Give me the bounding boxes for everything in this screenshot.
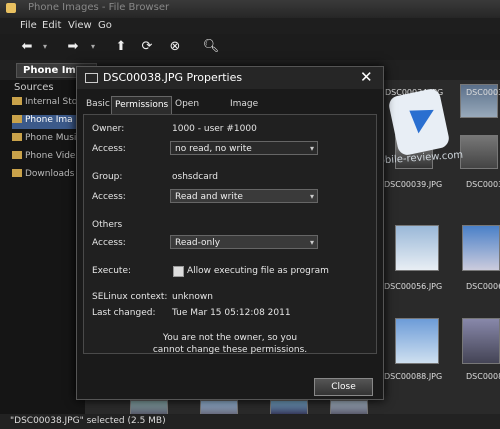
folder-icon	[12, 115, 22, 123]
last-changed-label: Last changed:	[92, 308, 156, 318]
window-icon	[85, 73, 98, 83]
execute-label: Execute:	[92, 266, 132, 276]
file-label[interactable]: DSC0003	[466, 180, 500, 189]
close-button[interactable]: Close	[314, 378, 373, 396]
chevron-down-icon: ▾	[309, 144, 314, 153]
permissions-panel: Owner: 1000 - user #1000 Access: no read…	[83, 114, 377, 355]
owner-label: Owner:	[92, 124, 125, 134]
others-label: Others	[92, 220, 123, 230]
back-arrow-icon[interactable]: ⬅	[18, 38, 36, 56]
toolbar: ⬅ ▾ ➡ ▾ ⬆ ⟳ ⊗ 🔍︎	[0, 34, 500, 60]
group-label: Group:	[92, 172, 123, 182]
window-titlebar: Phone Images - File Browser	[0, 0, 500, 18]
menu-view[interactable]: View	[68, 20, 92, 31]
dialog-title: DSC00038.JPG Properties	[103, 71, 243, 84]
file-label[interactable]: DSC0006	[466, 282, 500, 291]
group-value: oshsdcard	[172, 172, 219, 182]
selinux-label: SELinux context:	[92, 292, 168, 302]
chevron-down-icon: ▾	[309, 238, 314, 247]
sidebar-header: Sources	[14, 82, 54, 93]
others-access-select[interactable]: Read-only ▾	[170, 235, 318, 249]
file-thumbnail[interactable]	[462, 318, 500, 364]
others-access-value: Read-only	[175, 238, 221, 248]
file-thumbnail[interactable]	[460, 135, 498, 169]
sidebar-item-label: Internal Sto	[25, 97, 78, 107]
file-thumbnail[interactable]	[462, 225, 500, 271]
tab-basic[interactable]: Basic	[83, 96, 113, 113]
menu-edit[interactable]: Edit	[42, 20, 61, 31]
forward-dropdown-icon[interactable]: ▾	[84, 38, 102, 56]
sidebar-item-label: Phone Musi	[25, 133, 77, 143]
tab-open-with[interactable]: Open With	[172, 96, 202, 126]
status-text: "DSC00038.JPG" selected (2.5 MB)	[10, 416, 166, 426]
others-access-label: Access:	[92, 238, 126, 248]
close-icon[interactable]: ✕	[360, 68, 373, 86]
owner-access-value: no read, no write	[175, 144, 252, 154]
folder-icon	[6, 3, 16, 13]
sidebar: Sources Internal Sto Phone Ima Phone Mus…	[0, 80, 87, 415]
ownership-note-line2: cannot change these permissions.	[152, 345, 308, 355]
stop-icon[interactable]: ⊗	[166, 38, 184, 56]
window-title: Phone Images - File Browser	[28, 2, 170, 13]
chevron-down-icon: ▾	[309, 192, 314, 201]
owner-value: 1000 - user #1000	[172, 124, 257, 134]
status-bar: "DSC00038.JPG" selected (2.5 MB)	[0, 414, 500, 429]
execute-checkbox-label[interactable]: Allow executing file as program	[187, 266, 329, 276]
selinux-value: unknown	[172, 292, 213, 302]
group-access-label: Access:	[92, 192, 126, 202]
folder-icon	[12, 133, 22, 141]
group-access-select[interactable]: Read and write ▾	[170, 189, 318, 203]
menu-file[interactable]: File	[20, 20, 37, 31]
owner-access-label: Access:	[92, 144, 126, 154]
tab-image[interactable]: Image	[227, 96, 261, 113]
sidebar-item-label: Phone Vide	[25, 151, 76, 161]
drive-icon	[12, 97, 22, 105]
dialog-titlebar: DSC00038.JPG Properties ✕	[77, 67, 383, 89]
file-label[interactable]: DSC00088.JPG	[384, 372, 442, 381]
file-label[interactable]: DSC0008	[466, 372, 500, 381]
menu-go[interactable]: Go	[98, 20, 112, 31]
up-arrow-icon[interactable]: ⬆	[112, 38, 130, 56]
forward-arrow-icon[interactable]: ➡	[64, 38, 82, 56]
file-label[interactable]: DSC00056.JPG	[384, 282, 442, 291]
ownership-note-line1: You are not the owner, so you	[162, 333, 298, 343]
back-dropdown-icon[interactable]: ▾	[36, 38, 54, 56]
execute-checkbox[interactable]	[173, 266, 184, 277]
owner-access-select[interactable]: no read, no write ▾	[170, 141, 318, 155]
tab-permissions[interactable]: Permissions	[111, 96, 173, 114]
menu-bar: File Edit View Go	[0, 18, 500, 34]
sidebar-item-label: Phone Ima	[25, 115, 73, 125]
file-label[interactable]: DSC0003	[466, 88, 500, 97]
folder-icon	[12, 169, 22, 177]
refresh-icon[interactable]: ⟳	[138, 38, 156, 56]
properties-dialog: DSC00038.JPG Properties ✕ Basic Permissi…	[76, 66, 384, 400]
folder-icon	[12, 151, 22, 159]
sidebar-item-label: Downloads	[25, 169, 75, 179]
group-access-value: Read and write	[175, 192, 243, 202]
last-changed-value: Tue Mar 15 05:12:08 2011	[172, 308, 291, 318]
file-thumbnail[interactable]	[395, 318, 439, 364]
file-label[interactable]: DSC00039.JPG	[384, 180, 442, 189]
search-icon[interactable]: 🔍︎	[202, 38, 220, 56]
file-thumbnail[interactable]	[395, 225, 439, 271]
